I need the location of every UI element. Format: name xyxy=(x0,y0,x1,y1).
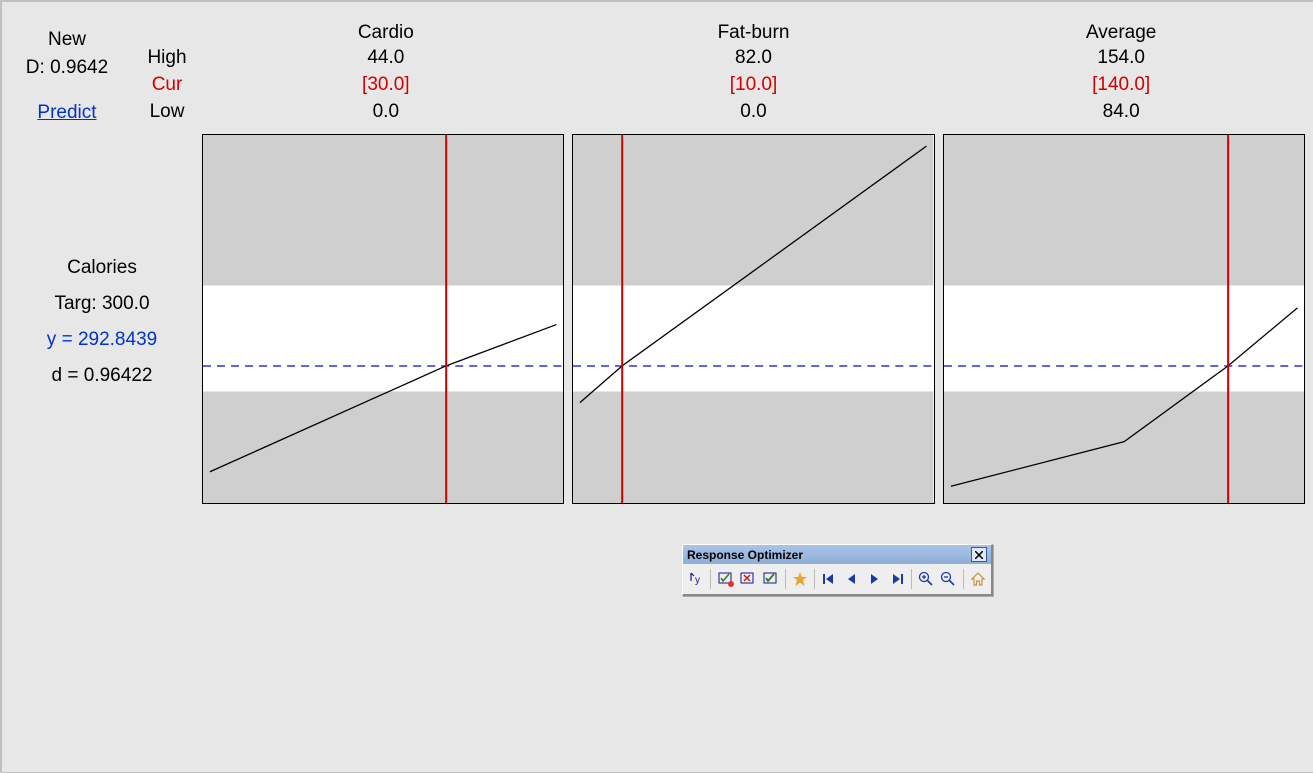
separator-icon xyxy=(911,569,912,589)
optimization-panel[interactable] xyxy=(572,134,934,504)
factor-low: 0.0 xyxy=(570,98,938,125)
factor-cur[interactable]: [30.0] xyxy=(202,71,570,98)
optimization-panel[interactable] xyxy=(202,134,564,504)
options-accept-icon[interactable] xyxy=(760,567,780,591)
factor-high: 154.0 xyxy=(937,44,1305,71)
response-y: y = 292.8439 xyxy=(2,322,202,358)
next-icon[interactable] xyxy=(864,567,884,591)
factor-name: Fat-burn xyxy=(570,22,938,44)
response-optimizer-toolbar[interactable]: Response Optimizer y xyxy=(682,544,993,596)
response-name: Calories xyxy=(2,250,202,286)
star-icon[interactable] xyxy=(790,567,810,591)
plot-region xyxy=(202,134,1305,504)
factor-low: 84.0 xyxy=(937,98,1305,125)
close-icon[interactable] xyxy=(971,547,987,562)
y-axis-icon[interactable]: y xyxy=(686,567,706,591)
row-label-low: Low xyxy=(132,98,202,125)
factor-name: Cardio xyxy=(202,22,570,44)
factor-cur[interactable]: [10.0] xyxy=(570,71,938,98)
label-new: New xyxy=(2,29,132,51)
response-info: Calories Targ: 300.0 y = 292.8439 d = 0.… xyxy=(2,250,202,394)
options-cross-icon[interactable] xyxy=(738,567,758,591)
first-icon[interactable] xyxy=(819,567,839,591)
factor-low: 0.0 xyxy=(202,98,570,125)
zoom-in-icon[interactable] xyxy=(916,567,936,591)
zoom-out-icon[interactable] xyxy=(938,567,958,591)
factor-high: 82.0 xyxy=(570,44,938,71)
separator-icon xyxy=(710,569,711,589)
predict-link[interactable]: Predict xyxy=(2,102,132,124)
last-icon[interactable] xyxy=(886,567,906,591)
svg-text:y: y xyxy=(695,575,700,586)
factor-high: 44.0 xyxy=(202,44,570,71)
home-icon[interactable] xyxy=(968,567,988,591)
factor-column-average: Average 154.0 [140.0] 84.0 xyxy=(937,2,1305,132)
factor-cur[interactable]: [140.0] xyxy=(937,71,1305,98)
factor-column-cardio: Cardio 44.0 [30.0] 0.0 xyxy=(202,2,570,132)
row-label-high: High xyxy=(132,44,202,71)
factor-name: Average xyxy=(937,22,1305,44)
row-label-cur: Cur xyxy=(132,71,202,98)
separator-icon xyxy=(785,569,786,589)
separator-icon xyxy=(963,569,964,589)
response-target: Targ: 300.0 xyxy=(2,286,202,322)
toolbar-title: Response Optimizer xyxy=(687,548,803,562)
optimization-panel[interactable] xyxy=(943,134,1305,504)
label-composite-d: D: 0.9642 xyxy=(2,57,132,79)
factor-column-fatburn: Fat-burn 82.0 [10.0] 0.0 xyxy=(570,2,938,132)
prev-icon[interactable] xyxy=(841,567,861,591)
separator-icon xyxy=(814,569,815,589)
response-d: d = 0.96422 xyxy=(2,358,202,394)
options-check-icon[interactable] xyxy=(715,567,735,591)
